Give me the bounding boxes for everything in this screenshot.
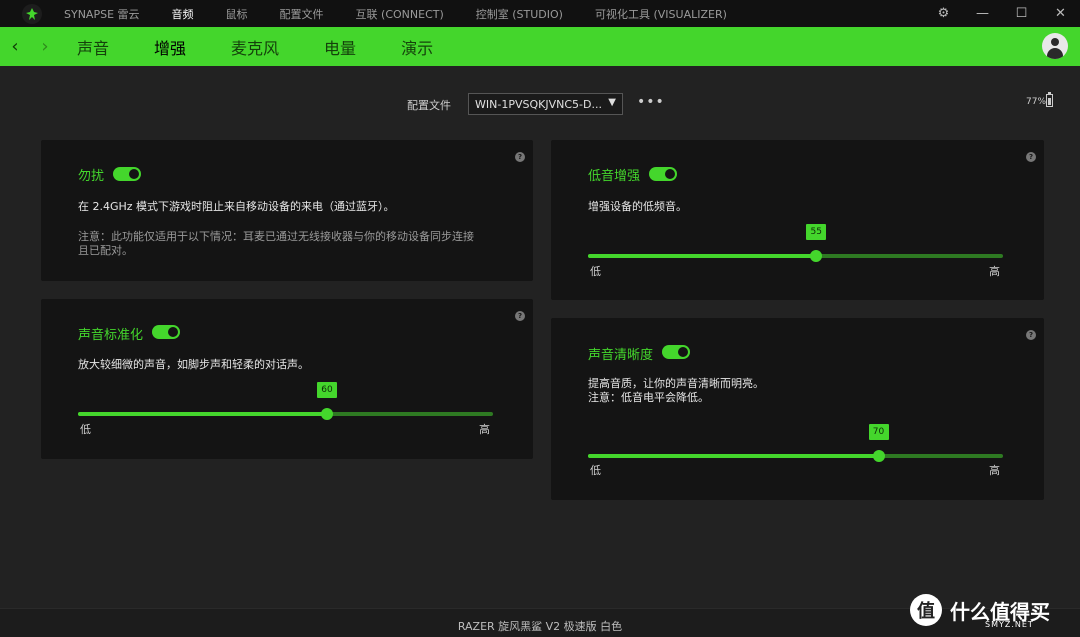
- slider-min-label: 低: [80, 423, 91, 436]
- nav-audio[interactable]: 音频: [172, 6, 194, 22]
- bass-boost-toggle[interactable]: [649, 167, 677, 181]
- voice-clarity-toggle[interactable]: [662, 345, 690, 359]
- sound-normalization-title: 声音标准化: [78, 328, 144, 343]
- do-not-disturb-toggle[interactable]: [113, 167, 141, 181]
- nav-mouse[interactable]: 鼠标: [226, 6, 248, 22]
- close-icon[interactable]: ✕: [1041, 6, 1080, 21]
- help-icon[interactable]: ?: [515, 152, 525, 162]
- do-not-disturb-description: 在 2.4GHz 模式下游戏时阻止来自移动设备的来电（通过蓝牙）。: [78, 200, 395, 213]
- minimize-icon[interactable]: —: [963, 6, 1002, 21]
- bass-boost-slider[interactable]: 55: [588, 224, 1003, 265]
- voice-clarity-description-line2: 注意：低音电平会降低。: [588, 391, 709, 404]
- watermark-logo: 值: [910, 594, 942, 626]
- watermark-subtext: SMYZ.NET: [985, 620, 1034, 629]
- sound-normalization-slider[interactable]: 60: [78, 382, 493, 423]
- do-not-disturb-card: ? 勿扰 在 2.4GHz 模式下游戏时阻止来自移动设备的来电（通过蓝牙）。 注…: [41, 140, 533, 281]
- tab-demo[interactable]: 演示: [401, 35, 433, 59]
- help-icon[interactable]: ?: [1026, 152, 1036, 162]
- forward-arrow-icon[interactable]: ›: [30, 36, 60, 57]
- tab-microphone[interactable]: 麦克风: [231, 35, 279, 59]
- voice-clarity-description-line1: 提高音质，让你的声音清晰而明亮。: [588, 377, 764, 390]
- help-icon[interactable]: ?: [515, 311, 525, 321]
- profile-label: 配置文件: [407, 99, 451, 112]
- chevron-down-icon: ▼: [608, 97, 616, 108]
- battery-percentage: 77%: [1026, 97, 1047, 107]
- do-not-disturb-note-line1: 注意：此功能仅适用于以下情况：耳麦已通过无线接收器与你的移动设备同步连接: [78, 230, 474, 243]
- profile-row: 配置文件 WIN-1PVSQKJVNC5-D... ▼ ••• 77%: [0, 92, 1080, 115]
- nav-connect[interactable]: 互联 (CONNECT): [356, 6, 444, 22]
- slider-value-label: 60: [317, 382, 337, 398]
- sub-navigation-bar: ‹ › 声音 增强 麦克风 电量 演示: [0, 27, 1080, 66]
- slider-min-label: 低: [590, 265, 601, 278]
- sound-normalization-toggle[interactable]: [152, 325, 180, 339]
- profile-dropdown[interactable]: WIN-1PVSQKJVNC5-D... ▼: [468, 93, 623, 115]
- back-arrow-icon[interactable]: ‹: [0, 36, 30, 57]
- slider-value-label: 55: [806, 224, 827, 240]
- tab-power[interactable]: 电量: [324, 35, 356, 59]
- nav-synapse[interactable]: SYNAPSE 雷云: [64, 6, 140, 22]
- sound-normalization-card: ? 声音标准化 放大较细微的声音，如脚步声和轻柔的对话声。 60 低 高: [41, 299, 533, 459]
- do-not-disturb-title: 勿扰: [78, 169, 105, 184]
- user-avatar-icon[interactable]: [1042, 33, 1068, 59]
- slider-max-label: 高: [989, 265, 1000, 278]
- window-controls: ⚙ — ☐ ✕: [924, 0, 1080, 27]
- bass-boost-description: 增强设备的低频音。: [588, 200, 687, 213]
- profile-selected-value: WIN-1PVSQKJVNC5-D...: [475, 98, 602, 111]
- battery-icon: [1046, 92, 1053, 107]
- sub-tabs: 声音 增强 麦克风 电量 演示: [77, 35, 478, 59]
- bass-boost-card: ? 低音增强 增强设备的低频音。 55 低 高: [551, 140, 1044, 300]
- razer-logo-icon: [22, 3, 42, 24]
- voice-clarity-slider[interactable]: 70: [588, 424, 1003, 465]
- voice-clarity-card: ? 声音清晰度 提高音质，让你的声音清晰而明亮。 注意：低音电平会降低。 70 …: [551, 318, 1044, 500]
- slider-min-label: 低: [590, 464, 601, 477]
- slider-thumb[interactable]: [810, 250, 823, 262]
- nav-visualizer[interactable]: 可视化工具 (VISUALIZER): [595, 6, 727, 22]
- slider-max-label: 高: [479, 423, 490, 436]
- slider-value-label: 70: [868, 424, 889, 440]
- do-not-disturb-note-line2: 且已配对。: [78, 244, 133, 257]
- settings-gear-icon[interactable]: ⚙: [924, 6, 963, 21]
- voice-clarity-title: 声音清晰度: [588, 348, 654, 363]
- sound-normalization-description: 放大较细微的声音，如脚步声和轻柔的对话声。: [78, 358, 309, 371]
- tab-enhancement[interactable]: 增强: [154, 35, 186, 59]
- nav-profiles[interactable]: 配置文件: [280, 6, 324, 22]
- more-options-icon[interactable]: •••: [637, 94, 665, 110]
- nav-studio[interactable]: 控制室 (STUDIO): [476, 6, 563, 22]
- tab-sound[interactable]: 声音: [77, 35, 109, 59]
- maximize-icon[interactable]: ☐: [1002, 6, 1041, 21]
- slider-max-label: 高: [989, 464, 1000, 477]
- slider-thumb[interactable]: [321, 408, 333, 420]
- slider-thumb[interactable]: [872, 450, 885, 462]
- help-icon[interactable]: ?: [1026, 330, 1036, 340]
- top-navigation: SYNAPSE 雷云 音频 鼠标 配置文件 互联 (CONNECT) 控制室 (…: [64, 0, 759, 27]
- title-bar: SYNAPSE 雷云 音频 鼠标 配置文件 互联 (CONNECT) 控制室 (…: [0, 0, 1080, 27]
- bass-boost-title: 低音增强: [588, 169, 641, 184]
